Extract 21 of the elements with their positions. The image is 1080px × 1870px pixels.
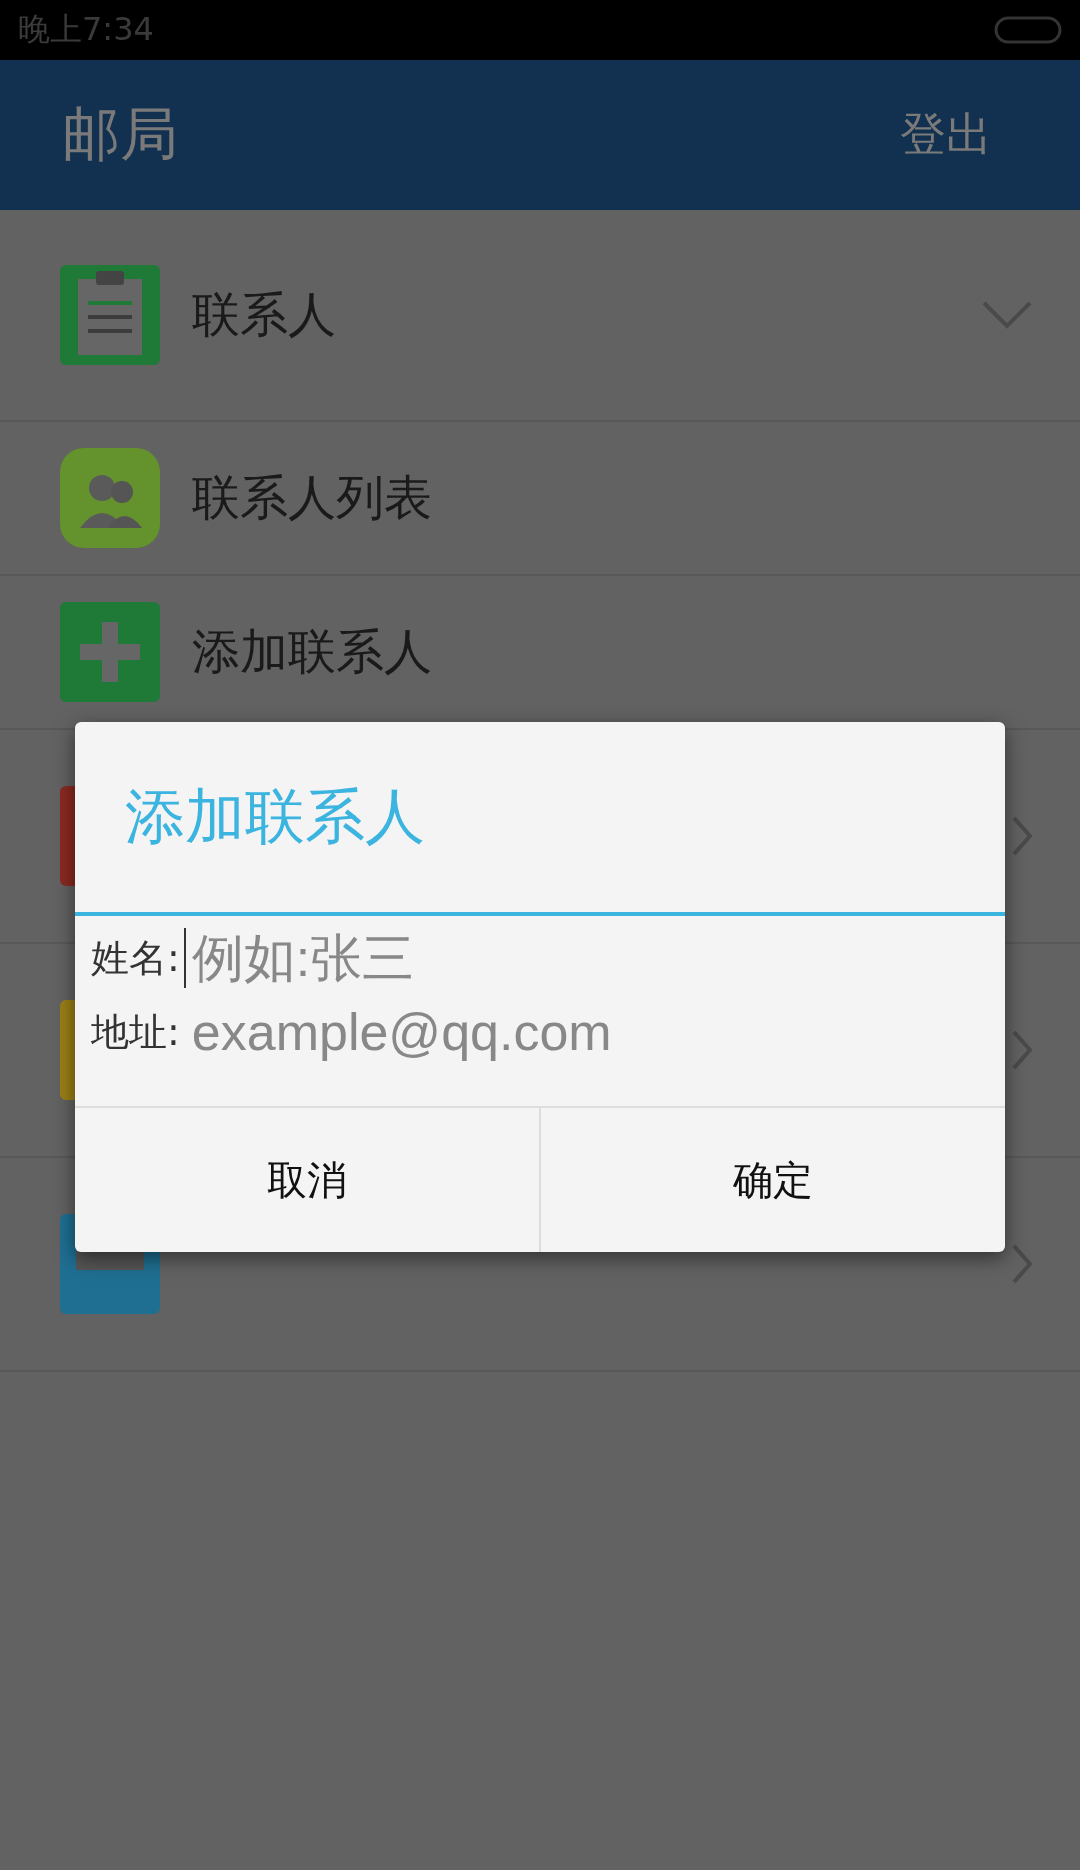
group-label[interactable]: 联系人 [192,283,950,347]
dialog-title: 添加联系人 [125,779,425,853]
app-icon [60,602,160,702]
chevron-right-icon [1012,1244,1032,1284]
app-icon [60,265,160,365]
item-label[interactable]: 添加联系人 [192,620,1032,684]
input-field[interactable]: example@qq.com [183,1002,792,1062]
chevron-down-icon [982,301,1032,329]
app-title: 邮局 [62,99,178,170]
status-time: 晚上7:34 [18,9,154,50]
dialog-button[interactable]: 取消 [75,1108,539,1252]
battery-icon [994,16,1062,44]
input-field[interactable]: 例如:张三 [183,928,792,988]
field-label: 地址: [91,1008,180,1056]
field-label: 姓名: [91,934,180,982]
dialog-button[interactable]: 确定 [539,1108,1005,1252]
app-icon [60,448,160,548]
chevron-right-icon [1012,1030,1032,1070]
logout-button[interactable]: 登出 [900,104,992,166]
item-label[interactable]: 联系人列表 [192,466,1032,530]
chevron-right-icon [1012,816,1032,856]
